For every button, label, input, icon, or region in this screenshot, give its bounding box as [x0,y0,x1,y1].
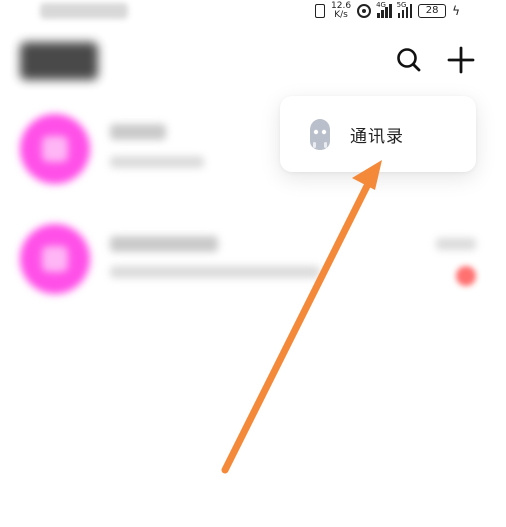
signal-1-label: 4G [376,1,386,9]
signal-icon-2: 5G [396,1,413,18]
screen: 12.6 K/s 4G 5G 28 ϟ 通讯录 [0,0,506,527]
contacts-menu-item[interactable]: 通讯录 [280,96,476,172]
signal-2-label: 5G [396,1,407,9]
search-button[interactable] [394,45,424,75]
item-title-blurred [110,124,166,140]
status-time-blurred [40,3,128,19]
item-preview-blurred [110,266,320,278]
search-icon [397,48,421,72]
item-preview-blurred [110,156,204,168]
network-speed: 12.6 K/s [331,2,351,20]
hotspot-icon [357,4,372,18]
item-title-blurred [110,236,218,252]
avatar [20,114,90,184]
add-button[interactable] [446,45,476,75]
signal-icon-1: 4G [376,1,392,18]
charging-icon: ϟ [452,4,460,18]
contacts-label: 通讯录 [350,126,404,147]
status-bar: 12.6 K/s 4G 5G 28 ϟ [0,0,506,26]
popup-menu: 通讯录 [280,96,476,172]
plus-icon [447,46,475,74]
contacts-icon [310,119,330,150]
battery-level: 28 [425,5,439,16]
network-speed-unit: K/s [334,10,348,20]
status-icons: 12.6 K/s 4G 5G 28 ϟ [315,1,460,20]
page-title-blurred [20,42,98,80]
item-time-blurred [436,238,476,250]
battery-icon: 28 [418,4,447,18]
list-item[interactable] [0,216,506,296]
vibrate-icon [315,4,326,18]
unread-badge [456,266,476,286]
avatar [20,224,90,294]
